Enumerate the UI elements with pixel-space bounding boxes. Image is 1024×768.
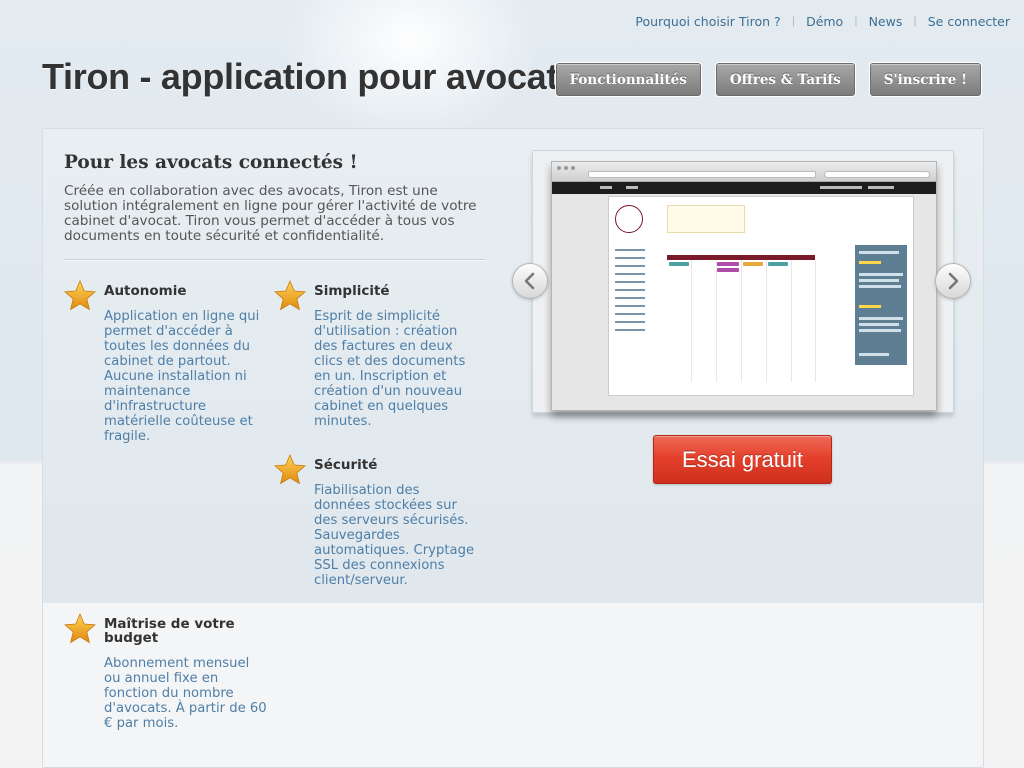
main-navigation: Fonctionnalités Offres & Tarifs S'inscri… (555, 63, 981, 96)
nav-separator: | (913, 16, 917, 27)
nav-link-why-tiron[interactable]: Pourquoi choisir Tiron ? (635, 14, 780, 29)
nav-separator: | (791, 16, 796, 27)
nav-link-demo[interactable]: Démo (806, 14, 843, 29)
app-screenshot[interactable] (551, 161, 937, 411)
feature-text: Application en ligne qui permet d'accéde… (104, 309, 260, 444)
site-title[interactable]: Tiron - application pour avocats (42, 56, 578, 98)
star-icon (64, 613, 96, 644)
feature-text: Abonnement mensuel ou annuel fixe en fon… (104, 656, 267, 731)
browser-toolbar (552, 162, 936, 182)
feature-title: Autonomie (104, 283, 187, 299)
chevron-right-icon (948, 272, 959, 290)
intro-text: Créée en collaboration avec des avocats,… (64, 183, 477, 244)
feature-title: Simplicité (314, 283, 390, 299)
feature-text: Esprit de simplicité d'utilisation : cré… (314, 309, 466, 429)
app-page (608, 196, 914, 396)
nav-link-news[interactable]: News (869, 14, 903, 29)
intro-title: Pour les avocats connectés ! (64, 152, 358, 173)
feature-title: Maîtrise de votre budget (104, 616, 235, 646)
carousel-prev-button[interactable] (512, 263, 548, 299)
features-button[interactable]: Fonctionnalités (555, 63, 701, 96)
pricing-button[interactable]: Offres & Tarifs (715, 63, 855, 96)
screenshot-carousel (532, 150, 954, 413)
star-icon (64, 280, 96, 311)
nav-link-login[interactable]: Se connecter (928, 14, 1010, 29)
divider (64, 259, 486, 261)
nav-separator: | (854, 16, 858, 27)
top-navigation: Pourquoi choisir Tiron ? | Démo | News |… (635, 14, 1010, 29)
carousel-next-button[interactable] (935, 263, 971, 299)
star-icon (274, 280, 306, 311)
feature-title: Sécurité (314, 457, 378, 473)
chevron-left-icon (524, 272, 535, 290)
star-icon (274, 454, 306, 485)
signup-button[interactable]: S'inscrire ! (869, 63, 981, 96)
free-trial-button[interactable]: Essai gratuit (653, 435, 832, 484)
feature-text: Fiabilisation des données stockées sur d… (314, 483, 475, 588)
app-topbar (552, 182, 936, 194)
